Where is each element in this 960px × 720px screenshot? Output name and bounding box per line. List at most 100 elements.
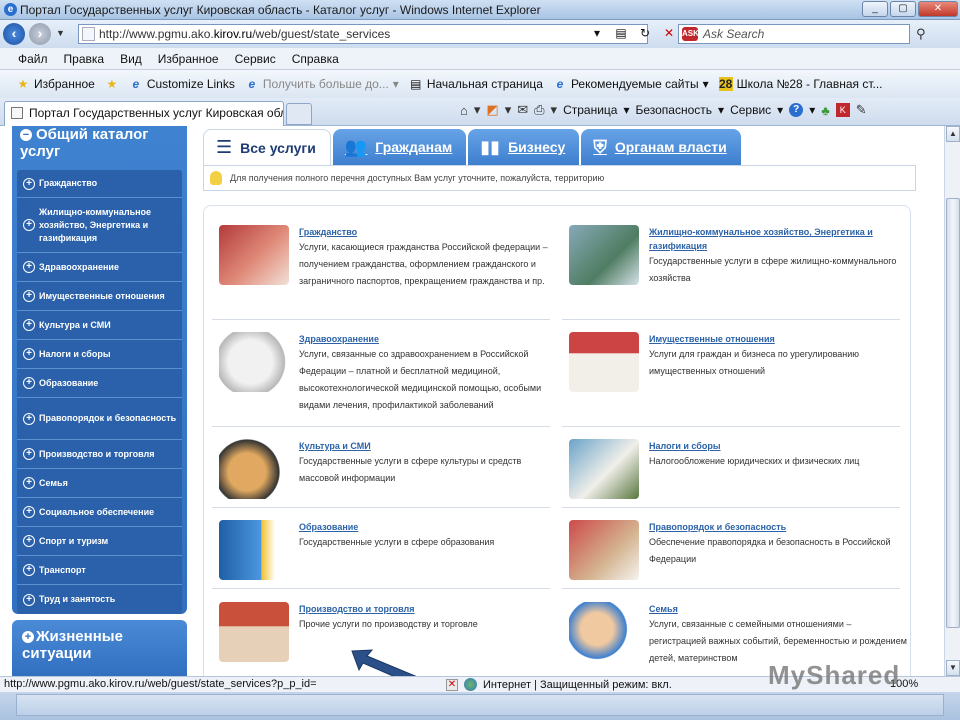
tab-all-services[interactable]: ☰ Все услуги — [203, 129, 331, 165]
sidebar-item-education[interactable]: + Образование — [17, 369, 182, 398]
sidebar-item-sport[interactable]: + Спорт и туризм — [17, 527, 182, 556]
sidebar-item-label: Транспорт — [39, 564, 86, 575]
law-image[interactable] — [569, 520, 639, 580]
vertical-scrollbar[interactable]: ▲ ▼ — [944, 126, 960, 676]
maximize-button[interactable]: ▢ — [890, 1, 916, 17]
close-window-button[interactable]: ✕ — [918, 1, 958, 17]
menu-favorites[interactable]: Избранное — [158, 52, 219, 66]
divider — [562, 507, 900, 508]
sidebar-title[interactable]: − Общий каталог услуг — [20, 126, 180, 160]
add-favorite-icon[interactable]: ★ — [105, 77, 119, 91]
book-image[interactable] — [219, 520, 289, 580]
sidebar-item-property[interactable]: + Имущественные отношения — [17, 282, 182, 311]
medkit-image[interactable] — [219, 332, 289, 392]
favorite-link[interactable]: ▤ Начальная страница — [409, 77, 543, 91]
favorite-link[interactable]: e Получить больше до... ▾ — [245, 77, 399, 91]
browser-tab[interactable]: Портал Государственных услуг Кировская о… — [4, 101, 284, 126]
sidebar-item-family[interactable]: + Семья — [17, 469, 182, 498]
plus-circle-icon: + — [23, 477, 35, 489]
home-icon[interactable]: ⌂ — [460, 103, 468, 118]
service-link-industry[interactable]: Производство и торговля — [299, 602, 559, 616]
security-zone[interactable]: ✕ Интернет | Защищенный режим: вкл. — [446, 678, 672, 691]
research-icon[interactable]: ✎ — [856, 102, 867, 118]
help-icon[interactable]: ? — [789, 103, 804, 117]
status-url: http://www.pgmu.ako.kirov.ru/web/guest/s… — [4, 678, 317, 690]
sidebar-item-health[interactable]: + Здравоохранение — [17, 253, 182, 282]
sidebar-item-industry[interactable]: + Производство и торговля — [17, 440, 182, 469]
sidebar-item-label: Жилищно-коммунальное хозяйство, Энергети… — [39, 206, 152, 243]
family-image[interactable] — [569, 602, 639, 662]
favorite-link[interactable]: 28 Школа №28 - Главная ст... — [718, 77, 883, 91]
plus-circle-icon: + — [23, 564, 35, 576]
messenger-icon[interactable]: ♣ — [821, 103, 830, 118]
menu-file[interactable]: Файл — [18, 52, 48, 66]
service-link-health[interactable]: Здравоохранение — [299, 332, 559, 346]
territory-notice: Для получения полного перечня доступных … — [203, 165, 916, 191]
print-icon[interactable]: ⎙ — [534, 102, 544, 118]
safety-menu[interactable]: Безопасность — [635, 103, 712, 117]
address-dropdown-icon[interactable]: ▾ — [588, 26, 606, 40]
scroll-down-icon[interactable]: ▼ — [946, 660, 960, 676]
sidebar-item-culture[interactable]: + Культура и СМИ — [17, 311, 182, 340]
tab-authorities[interactable]: ⛨ Органам власти — [581, 129, 741, 165]
mail-icon[interactable]: ✉ — [517, 102, 528, 118]
life-situations-panel[interactable]: + Жизненные ситуации — [12, 620, 187, 676]
service-link-family[interactable]: Семья — [649, 602, 909, 616]
plus-circle-icon: + — [22, 631, 34, 643]
forward-button[interactable]: › — [29, 23, 51, 45]
sidebar-item-social[interactable]: + Социальное обеспечение — [17, 498, 182, 527]
globe-icon — [464, 678, 477, 691]
compat-view-icon[interactable]: ▤ — [612, 26, 630, 40]
service-link-utilities[interactable]: Жилищно-коммунальное хозяйство, Энергети… — [649, 225, 909, 253]
menu-view[interactable]: Вид — [120, 52, 142, 66]
factory-image[interactable] — [219, 602, 289, 662]
refresh-icon[interactable]: ↻ — [636, 26, 654, 40]
sidebar-item-label: Спорт и туризм — [39, 535, 109, 546]
tools-menu[interactable]: Сервис — [730, 103, 771, 117]
service-card: Образование Государственные услуги в сфер… — [219, 520, 559, 580]
rss-icon[interactable]: ◩ — [486, 102, 498, 118]
bar-chart-icon: ▮▮ — [480, 136, 501, 157]
favorites-button[interactable]: ★ Избранное — [16, 77, 95, 91]
sidebar-item-law[interactable]: + Правопорядок и безопасность — [17, 398, 182, 440]
tab-business[interactable]: ▮▮ Бизнесу — [468, 129, 580, 165]
scroll-thumb[interactable] — [946, 198, 960, 628]
window-controls: _ ▢ ✕ — [862, 1, 958, 17]
menu-help[interactable]: Справка — [292, 52, 339, 66]
service-link-taxes[interactable]: Налоги и сборы — [649, 439, 909, 453]
menu-tools[interactable]: Сервис — [235, 52, 276, 66]
passport-image[interactable] — [219, 225, 289, 285]
favorite-link[interactable]: e Рекомендуемые сайты ▾ — [553, 77, 709, 91]
ie-page-icon: ▤ — [410, 77, 422, 91]
new-tab-button[interactable] — [286, 103, 312, 125]
house-image[interactable] — [569, 332, 639, 392]
address-input[interactable]: http://www.pgmu.ako.kirov.ru/web/guest/s… — [78, 24, 648, 44]
sidebar-item-utilities[interactable]: + Жилищно-коммунальное хозяйство, Энергет… — [17, 198, 182, 253]
page-menu[interactable]: Страница — [563, 103, 617, 117]
search-input[interactable]: ASK Ask Search — [678, 24, 910, 44]
palette-image[interactable] — [219, 439, 289, 499]
service-link-education[interactable]: Образование — [299, 520, 559, 534]
sidebar-item-taxes[interactable]: + Налоги и сборы — [17, 340, 182, 369]
stop-icon[interactable]: ✕ — [660, 26, 678, 40]
search-icon[interactable]: ⚲ — [916, 26, 926, 42]
sidebar-item-labor[interactable]: + Труд и занятость — [17, 585, 182, 614]
service-link-citizenship[interactable]: Гражданство — [299, 225, 559, 239]
sidebar-item-transport[interactable]: + Транспорт — [17, 556, 182, 585]
service-link-property[interactable]: Имущественные отношения — [649, 332, 909, 346]
back-button[interactable]: ‹ — [3, 23, 25, 45]
sidebar-item-citizenship[interactable]: + Гражданство — [17, 170, 182, 198]
tab-citizens[interactable]: 👥 Гражданам — [332, 129, 467, 165]
utilities-image[interactable] — [569, 225, 639, 285]
service-catalog: Гражданство Услуги, касающиеся гражданств… — [203, 205, 911, 676]
service-link-culture[interactable]: Культура и СМИ — [299, 439, 559, 453]
plus-circle-icon: + — [23, 261, 35, 273]
service-link-law[interactable]: Правопорядок и безопасность — [649, 520, 909, 534]
minimize-button[interactable]: _ — [862, 1, 888, 17]
money-image[interactable] — [569, 439, 639, 499]
scroll-up-icon[interactable]: ▲ — [946, 126, 960, 142]
kaspersky-icon[interactable]: K — [835, 103, 850, 117]
favorite-link[interactable]: e Customize Links — [129, 77, 234, 91]
history-dropdown-icon[interactable]: ▼ — [56, 28, 65, 38]
menu-edit[interactable]: Правка — [64, 52, 105, 66]
